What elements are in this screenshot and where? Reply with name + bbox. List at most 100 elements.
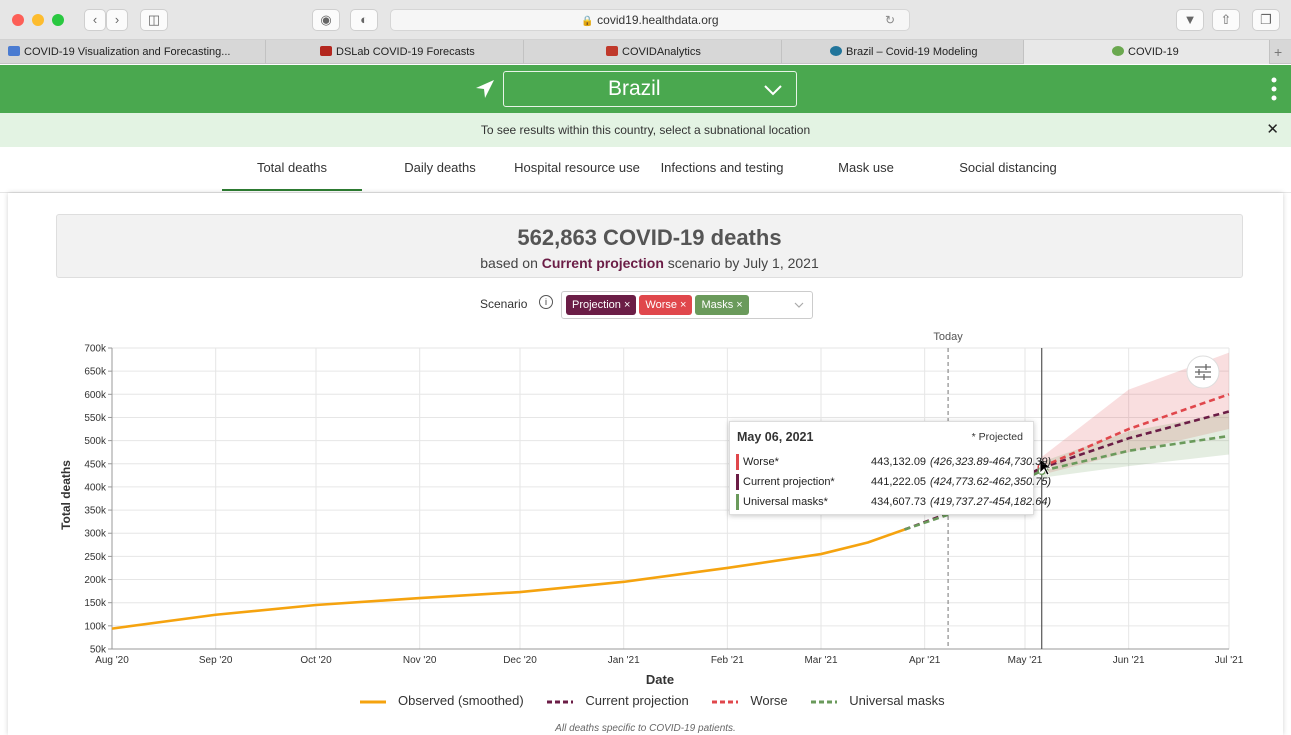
y-tick-label: 400k	[84, 482, 107, 493]
chart-settings-button[interactable]	[1186, 355, 1220, 389]
address-bar[interactable]: 🔒 covid19.healthdata.org ↻	[390, 9, 910, 31]
legend-label: Worse	[750, 693, 788, 708]
tooltip-series-name: Universal masks*	[743, 496, 828, 508]
minimize-window-icon[interactable]	[32, 14, 44, 26]
legend-observed-swatch	[360, 700, 386, 704]
tooltip-note: * Projected	[971, 431, 1023, 443]
reload-icon[interactable]: ↻	[885, 10, 895, 30]
legend-worse[interactable]: Worse	[712, 693, 788, 708]
x-tick-label: Aug '20	[95, 655, 129, 666]
tab-label: COVID-19 Visualization and Forecasting..…	[24, 46, 231, 58]
x-axis-title: Date	[646, 672, 674, 687]
legend-worse-swatch	[712, 700, 739, 704]
x-tick-label: Apr '21	[909, 655, 941, 666]
legend-label: Current projection	[585, 693, 689, 708]
summary-scenario-name: Current projection	[541, 255, 664, 271]
x-tick-label: Jul '21	[1215, 655, 1244, 666]
tooltip-value: 434,607.73	[871, 496, 927, 508]
metric-tabs: Total deaths Daily deaths Hospital resou…	[0, 147, 1291, 193]
tab-total-deaths[interactable]: Total deaths	[222, 147, 362, 191]
chevron-down-icon	[764, 85, 782, 96]
x-tick-label: Feb '21	[711, 655, 744, 666]
site-header: Brazil	[0, 65, 1291, 113]
subnational-notice: To see results within this country, sele…	[0, 113, 1291, 147]
browser-tab-2[interactable]: DSLab COVID-19 Forecasts	[266, 40, 524, 64]
x-axis-ticks: Aug '20 Sep '20 Oct '20 Nov '20 Dec '20 Jan '…	[95, 655, 1244, 666]
summary-sub-pre: based on	[480, 255, 538, 271]
chip-worse[interactable]: Worse ×	[639, 295, 693, 315]
chip-masks[interactable]: Masks ×	[695, 295, 749, 315]
tab-favicon-icon	[606, 46, 618, 56]
today-label: Today	[933, 331, 963, 343]
series-color-swatch	[736, 474, 739, 490]
tooltip-range: (419,737.27-454,182.64)	[930, 496, 1052, 508]
tab-overview-icon[interactable]: ❐	[1252, 9, 1280, 31]
x-tick-label: Oct '20	[300, 655, 332, 666]
y-tick-label: 300k	[84, 529, 107, 540]
y-tick-label: 550k	[84, 413, 107, 424]
tab-daily-deaths[interactable]: Daily deaths	[385, 147, 495, 191]
chevron-down-icon[interactable]	[794, 302, 804, 309]
url-text: covid19.healthdata.org	[597, 13, 719, 27]
lock-icon: 🔒	[581, 16, 594, 27]
chart-footnote: All deaths specific to COVID-19 patients…	[555, 723, 736, 734]
share-icon[interactable]: ⇧	[1212, 9, 1240, 31]
tab-hospital-resource-use[interactable]: Hospital resource use	[510, 147, 644, 191]
tab-favicon-icon	[320, 46, 332, 56]
browser-tab-3[interactable]: COVIDAnalytics	[524, 40, 782, 64]
new-tab-icon[interactable]: +	[1274, 40, 1282, 64]
scenario-multiselect[interactable]: Projection × Worse × Masks ×	[561, 291, 813, 319]
y-tick-label: 700k	[84, 344, 107, 355]
close-icon[interactable]: ✕	[1266, 113, 1279, 147]
tab-label: Brazil – Covid-19 Modeling	[846, 46, 978, 58]
location-name: Brazil	[608, 77, 661, 100]
legend-current-swatch	[547, 700, 574, 704]
tooltip-series-name: Worse*	[743, 456, 779, 468]
tab-mask-use[interactable]: Mask use	[820, 147, 912, 191]
location-select[interactable]: Brazil	[503, 71, 797, 107]
download-icon[interactable]: ▼	[1176, 9, 1204, 31]
location-arrow-icon[interactable]	[474, 78, 496, 100]
tooltip-row-current: Current projection* 441,222.05 (424,773.…	[736, 474, 1051, 490]
info-icon[interactable]: i	[539, 295, 553, 309]
summary-title: 562,863 COVID-19 deaths	[517, 225, 782, 250]
y-tick-label: 450k	[84, 459, 107, 470]
y-tick-label: 150k	[84, 598, 107, 609]
deaths-summary: 562,863 COVID-19 deaths based on Current…	[56, 214, 1243, 278]
tooltip-date: May 06, 2021	[737, 430, 814, 444]
tab-label: COVID-19	[1128, 46, 1179, 58]
tooltip-range: (424,773.62-462,350.75)	[930, 476, 1052, 488]
privacy-report-icon[interactable]: ◉	[312, 9, 340, 31]
forward-icon[interactable]: ›	[106, 9, 128, 31]
shield-icon[interactable]: ◐	[350, 9, 378, 31]
y-axis-ticks: 50k 100k 150k 200k 250k 300k 350k 400k 450k 500k 5…	[84, 344, 107, 656]
chip-projection[interactable]: Projection ×	[566, 295, 637, 315]
legend-current[interactable]: Current projection	[547, 693, 689, 708]
y-tick-label: 650k	[84, 367, 107, 378]
y-axis-title: Total deaths	[59, 460, 73, 530]
browser-tab-5-active[interactable]: COVID-19	[1024, 40, 1270, 64]
notice-text: To see results within this country, sele…	[480, 123, 811, 137]
tab-favicon-icon	[1112, 46, 1124, 56]
y-tick-label: 250k	[84, 552, 107, 563]
chart-legend: Observed (smoothed) Current projection W…	[360, 693, 965, 708]
browser-tab-4[interactable]: Brazil – Covid-19 Modeling	[782, 40, 1024, 64]
x-tick-label: Mar '21	[804, 655, 837, 666]
sidebar-icon[interactable]: ◫	[140, 9, 168, 31]
tab-favicon-icon	[8, 46, 20, 56]
close-window-icon[interactable]	[12, 14, 24, 26]
zoom-window-icon[interactable]	[52, 14, 64, 26]
y-tick-label: 500k	[84, 436, 107, 447]
tab-social-distancing[interactable]: Social distancing	[940, 147, 1076, 191]
more-menu-icon[interactable]	[1270, 77, 1278, 101]
y-tick-label: 200k	[84, 575, 107, 586]
legend-masks[interactable]: Universal masks	[811, 693, 945, 708]
tab-infections-testing[interactable]: Infections and testing	[656, 147, 788, 191]
y-tick-label: 50k	[90, 645, 107, 656]
x-tick-label: Nov '20	[403, 655, 437, 666]
y-tick-label: 100k	[84, 621, 107, 632]
browser-tab-1[interactable]: COVID-19 Visualization and Forecasting..…	[0, 40, 266, 64]
back-icon[interactable]: ‹	[84, 9, 106, 31]
browser-tab-strip: COVID-19 Visualization and Forecasting..…	[0, 40, 1291, 64]
legend-observed[interactable]: Observed (smoothed)	[360, 693, 524, 708]
